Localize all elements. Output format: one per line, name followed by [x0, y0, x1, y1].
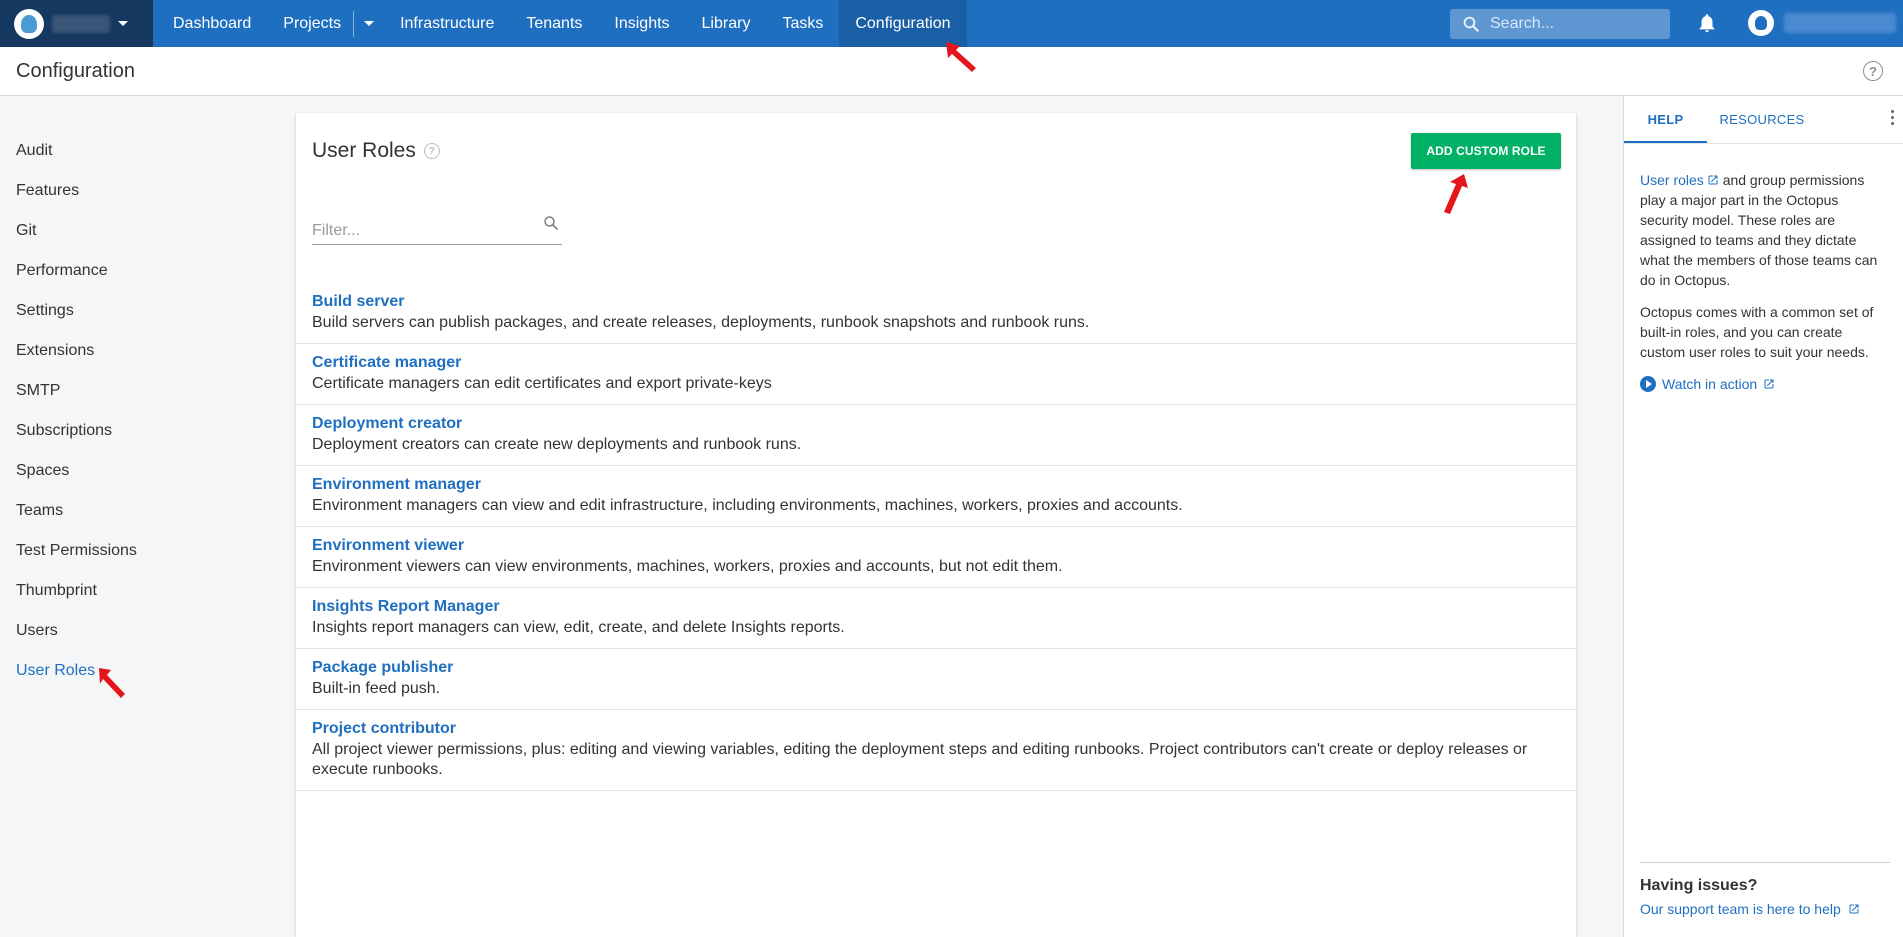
- list-item[interactable]: Package publisher Built-in feed push.: [296, 649, 1576, 710]
- role-name[interactable]: Insights Report Manager: [312, 596, 1560, 618]
- issues-title: Having issues?: [1640, 877, 1758, 894]
- sidebar-item-settings[interactable]: Settings: [0, 291, 270, 331]
- nav-tasks[interactable]: Tasks: [766, 0, 839, 47]
- help-body: User roles and group permissions play a …: [1624, 144, 1903, 394]
- page-title: Configuration: [16, 59, 135, 82]
- role-name[interactable]: Project contributor: [312, 718, 1560, 740]
- sidebar-item-extensions[interactable]: Extensions: [0, 331, 270, 371]
- role-name[interactable]: Deployment creator: [312, 413, 1560, 435]
- nav-projects-group: Projects: [267, 0, 384, 47]
- help-icon[interactable]: ?: [423, 143, 440, 159]
- sidebar-item-subscriptions[interactable]: Subscriptions: [0, 411, 270, 451]
- search-icon: [544, 215, 558, 230]
- sidebar-item-audit[interactable]: Audit: [0, 131, 270, 171]
- nav-items: Dashboard Projects Infrastructure Tenant…: [157, 0, 967, 47]
- sidebar-item-user-roles[interactable]: User Roles: [0, 651, 270, 691]
- support-link[interactable]: Our support team is here to help: [1640, 901, 1890, 917]
- having-issues-section: Having issues? Our support team is here …: [1640, 862, 1890, 917]
- space-name-redacted: [52, 14, 110, 33]
- user-roles-card: User Roles ? ADD CUSTOM ROLE Filter... B…: [296, 113, 1576, 937]
- tab-resources[interactable]: RESOURCES: [1707, 96, 1817, 143]
- projects-dropdown-button[interactable]: [354, 0, 384, 47]
- avatar: [1748, 10, 1774, 36]
- support-link-text: Our support team is here to help: [1640, 901, 1841, 917]
- role-name[interactable]: Build server: [312, 291, 1560, 313]
- sidebar-item-features[interactable]: Features: [0, 171, 270, 211]
- octopus-logo-icon: [14, 8, 44, 39]
- role-description: All project viewer permissions, plus: ed…: [312, 741, 1528, 778]
- role-description: Insights report managers can view, edit,…: [312, 619, 845, 636]
- search-input[interactable]: Search...: [1450, 9, 1670, 39]
- help-paragraph-1-text: and group permissions play a major part …: [1640, 172, 1878, 288]
- list-item[interactable]: Deployment creator Deployment creators c…: [296, 405, 1576, 466]
- list-item[interactable]: Environment manager Environment managers…: [296, 466, 1576, 527]
- role-name[interactable]: Environment viewer: [312, 535, 1560, 557]
- user-roles-link[interactable]: User roles: [1640, 172, 1704, 188]
- watch-in-action-link[interactable]: Watch in action: [1640, 374, 1889, 394]
- annotation-arrow-icon: [99, 668, 125, 698]
- role-description: Environment viewers can view environment…: [312, 558, 1063, 575]
- search-icon: [1463, 16, 1479, 32]
- nav-library[interactable]: Library: [686, 0, 767, 47]
- sidebar-item-smtp[interactable]: SMTP: [0, 371, 270, 411]
- help-panel: HELP RESOURCES User roles and group perm…: [1623, 96, 1903, 937]
- list-item[interactable]: Build server Build servers can publish p…: [296, 283, 1576, 344]
- role-description: Environment managers can view and edit i…: [312, 497, 1183, 514]
- role-description: Build servers can publish packages, and …: [312, 314, 1090, 331]
- add-custom-role-button[interactable]: ADD CUSTOM ROLE: [1411, 133, 1561, 169]
- sidebar-item-git[interactable]: Git: [0, 211, 270, 251]
- filter-input[interactable]: Filter...: [312, 209, 562, 245]
- list-item[interactable]: Environment viewer Environment viewers c…: [296, 527, 1576, 588]
- nav-tenants[interactable]: Tenants: [510, 0, 598, 47]
- config-sidebar: Audit Features Git Performance Settings …: [0, 131, 270, 691]
- list-item[interactable]: Insights Report Manager Insights report …: [296, 588, 1576, 649]
- external-link-icon: [1708, 175, 1718, 185]
- role-description: Built-in feed push.: [312, 680, 441, 697]
- role-name[interactable]: Package publisher: [312, 657, 1560, 679]
- list-item[interactable]: Project contributor All project viewer p…: [296, 710, 1576, 791]
- chevron-down-icon: [118, 21, 128, 26]
- role-description: Deployment creators can create new deplo…: [312, 436, 802, 453]
- space-switcher[interactable]: [0, 0, 153, 47]
- watch-label: Watch in action: [1662, 376, 1758, 392]
- card-title: User Roles ?: [312, 139, 440, 163]
- sidebar-item-teams[interactable]: Teams: [0, 491, 270, 531]
- role-description: Certificate managers can edit certificat…: [312, 375, 772, 392]
- role-name[interactable]: Certificate manager: [312, 352, 1560, 374]
- sidebar-item-performance[interactable]: Performance: [0, 251, 270, 291]
- external-link-icon: [1849, 904, 1859, 914]
- sidebar-item-spaces[interactable]: Spaces: [0, 451, 270, 491]
- sidebar-item-test-permissions[interactable]: Test Permissions: [0, 531, 270, 571]
- play-icon: [1640, 376, 1656, 392]
- user-menu[interactable]: [1748, 10, 1903, 36]
- sidebar-item-thumbprint[interactable]: Thumbprint: [0, 571, 270, 611]
- search-placeholder: Search...: [1490, 15, 1555, 32]
- nav-insights[interactable]: Insights: [598, 0, 685, 47]
- nav-dashboard[interactable]: Dashboard: [157, 0, 267, 47]
- help-tabs: HELP RESOURCES: [1624, 96, 1903, 144]
- filter-placeholder: Filter...: [312, 221, 361, 239]
- role-name[interactable]: Environment manager: [312, 474, 1560, 496]
- nav-infrastructure[interactable]: Infrastructure: [384, 0, 510, 47]
- help-icon[interactable]: ?: [1863, 61, 1883, 81]
- nav-projects[interactable]: Projects: [267, 0, 353, 47]
- chevron-down-icon: [364, 21, 375, 26]
- more-options-icon[interactable]: [1891, 110, 1895, 125]
- help-paragraph-1: User roles and group permissions play a …: [1640, 170, 1889, 290]
- sidebar-item-users[interactable]: Users: [0, 611, 270, 651]
- tab-help[interactable]: HELP: [1624, 96, 1707, 143]
- user-name-redacted: [1784, 13, 1896, 33]
- annotation-arrow-icon: [946, 42, 976, 72]
- external-link-icon: [1764, 379, 1774, 389]
- list-item[interactable]: Certificate manager Certificate managers…: [296, 344, 1576, 405]
- annotation-arrow-icon: [1444, 174, 1468, 214]
- card-title-text: User Roles: [312, 139, 416, 162]
- help-paragraph-2: Octopus comes with a common set of built…: [1640, 304, 1874, 360]
- bell-icon[interactable]: [1696, 12, 1718, 34]
- role-list: Build server Build servers can publish p…: [296, 283, 1576, 791]
